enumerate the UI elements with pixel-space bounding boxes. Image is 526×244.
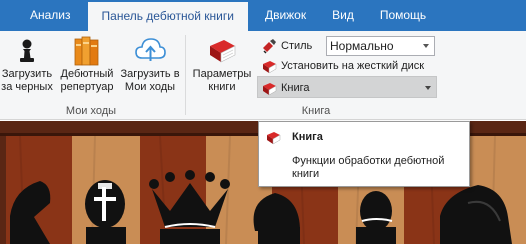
book-parameters-button[interactable]: Параметры книги — [190, 34, 254, 94]
pawn-icon — [15, 34, 39, 68]
load-for-black-label-2: за черных — [1, 81, 53, 93]
group-my-moves: Загрузить за черных Дебютный репертуар З… — [0, 31, 182, 120]
style-label: Стиль — [281, 39, 313, 52]
ribbon-tab-bar: Анализ Панель дебютной книги Движок Вид … — [0, 0, 526, 31]
black-bishop — [85, 180, 126, 244]
install-to-disk-button[interactable]: Установить на жесткий диск — [258, 55, 424, 76]
red-book-icon — [261, 80, 277, 96]
opening-repertoire-label-2: репертуар — [60, 81, 114, 93]
opening-repertoire-label-1: Дебютный — [60, 68, 114, 80]
book-parameters-label-1: Параметры — [192, 68, 252, 80]
cloud-upload-icon — [134, 34, 166, 68]
tab-analysis[interactable]: Анализ — [17, 0, 84, 31]
style-select-value: Нормально — [330, 39, 394, 53]
load-for-black-button[interactable]: Загрузить за черных — [0, 34, 56, 94]
tab-help[interactable]: Помощь — [367, 0, 439, 31]
tab-opening-book-panel[interactable]: Панель дебютной книги — [87, 2, 248, 31]
style-brush-icon — [261, 38, 277, 54]
install-to-disk-label: Установить на жесткий диск — [281, 59, 425, 72]
load-for-black-label-1: Загрузить — [1, 68, 53, 80]
chevron-down-icon — [425, 86, 431, 90]
tooltip-description: Функции обработки дебютной книги — [292, 155, 445, 180]
book-parameters-label-2: книги — [208, 81, 236, 93]
load-to-my-moves-label-1: Загрузить в — [120, 68, 180, 80]
book-dropdown-button[interactable]: Книга — [257, 76, 437, 98]
load-to-my-moves-button[interactable]: Загрузить в Мои ходы — [118, 34, 182, 94]
book-dropdown-content: Книга — [258, 77, 310, 98]
books-icon — [72, 34, 102, 68]
ribbon-panel: Загрузить за черных Дебютный репертуар З… — [0, 31, 526, 120]
load-to-my-moves-label-2: Мои ходы — [124, 81, 176, 93]
chevron-down-icon — [423, 44, 429, 48]
tab-view[interactable]: Вид — [319, 0, 367, 31]
book-tooltip: Книга Функции обработки дебютной книги — [258, 121, 470, 187]
style-select[interactable]: Нормально — [326, 36, 435, 56]
group-my-moves-label: Мои ходы — [65, 105, 117, 117]
group-book-label: Книга — [301, 105, 331, 117]
tooltip-title: Книга — [292, 131, 323, 143]
red-book-icon — [265, 129, 281, 145]
install-disk-icon — [261, 58, 277, 74]
red-book-icon — [206, 34, 238, 68]
style-row: Стиль — [258, 35, 312, 56]
book-dropdown-label: Книга — [281, 81, 310, 94]
opening-repertoire-button[interactable]: Дебютный репертуар — [56, 34, 118, 94]
tab-engine[interactable]: Движок — [252, 0, 319, 31]
